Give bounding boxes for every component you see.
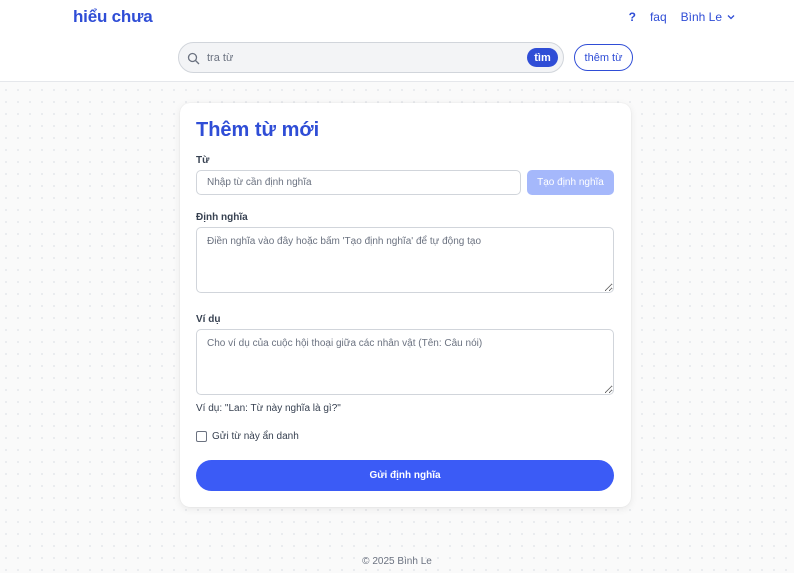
add-word-form: Thêm từ mới Từ Tạo định nghĩa Định nghĩa… <box>180 103 631 507</box>
definition-textarea[interactable] <box>196 227 614 293</box>
site-logo[interactable]: hiểu chưa <box>73 7 153 27</box>
anonymous-label: Gửi từ này ẩn danh <box>212 431 299 442</box>
search-input[interactable] <box>207 49 497 67</box>
generate-definition-button[interactable]: Tạo định nghĩa <box>527 170 614 195</box>
anonymous-option[interactable]: Gửi từ này ẩn danh <box>196 431 299 442</box>
submit-definition-button[interactable]: Gửi định nghĩa <box>196 460 614 491</box>
example-label: Ví dụ <box>196 314 221 325</box>
faq-link[interactable]: faq <box>650 10 667 24</box>
top-nav: ? faq Bình Le <box>629 10 736 24</box>
word-input[interactable] <box>196 170 521 195</box>
top-header: hiểu chưa ? faq Bình Le tìm thêm từ <box>0 0 794 82</box>
page-title: Thêm từ mới <box>196 119 320 141</box>
definition-label: Định nghĩa <box>196 212 248 223</box>
search-icon <box>187 52 200 65</box>
search-bar: tìm <box>178 42 564 73</box>
footer-copyright: © 2025 Bình Le <box>362 556 432 567</box>
example-textarea[interactable] <box>196 329 614 395</box>
user-name: Bình Le <box>680 10 722 24</box>
search-button[interactable]: tìm <box>527 48 558 67</box>
example-hint: Ví dụ: "Lan: Từ này nghĩa là gì?" <box>196 403 341 414</box>
add-word-button[interactable]: thêm từ <box>574 44 633 71</box>
word-label: Từ <box>196 155 210 166</box>
user-menu[interactable]: Bình Le <box>681 10 736 24</box>
help-link[interactable]: ? <box>629 10 636 24</box>
anonymous-checkbox[interactable] <box>196 431 207 442</box>
chevron-down-icon <box>727 15 735 20</box>
